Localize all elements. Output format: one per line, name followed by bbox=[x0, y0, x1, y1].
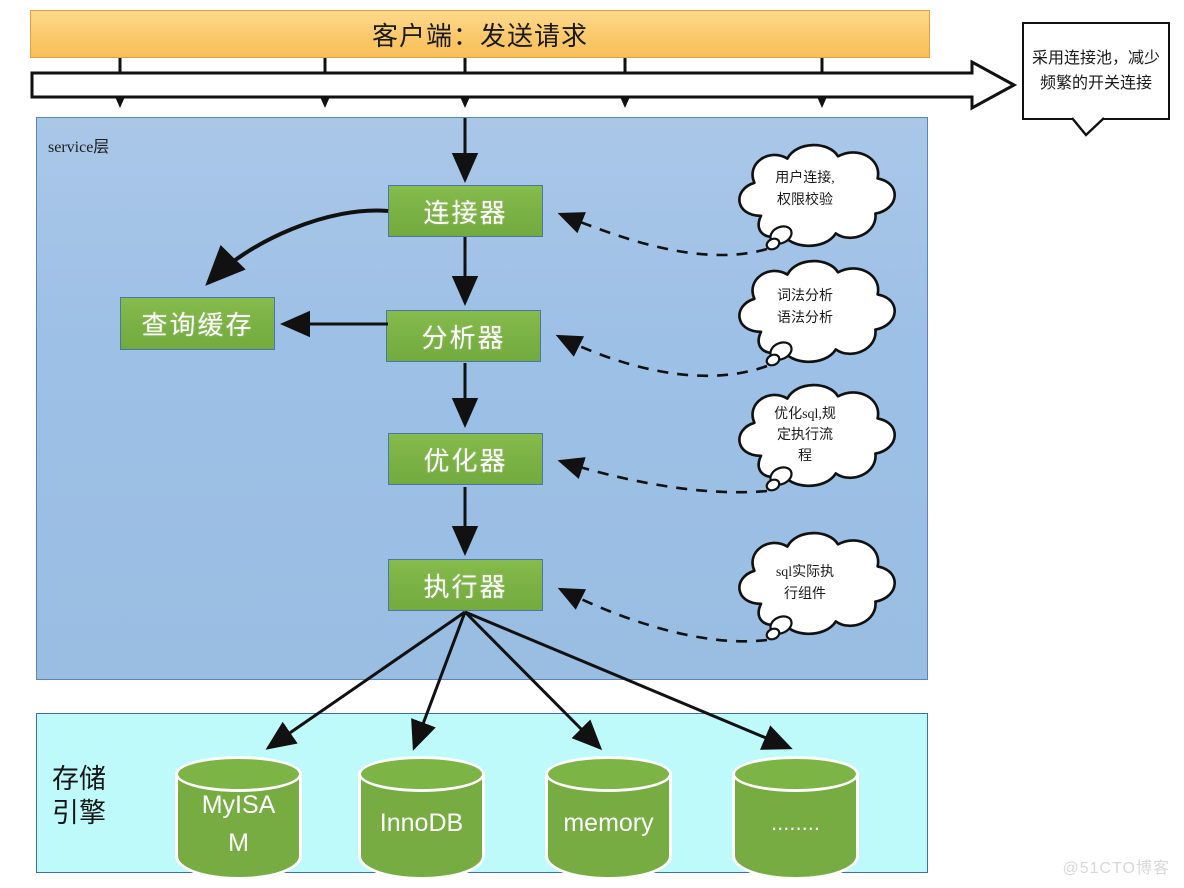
storage-engine-memory-label: memory bbox=[545, 804, 672, 842]
engine-line: memory bbox=[563, 809, 654, 837]
cloud-line: sql实际执 bbox=[775, 565, 835, 580]
storage-engine-others: ........ bbox=[732, 756, 859, 880]
storage-engine-label-line1: 存储 bbox=[52, 764, 106, 794]
storage-engine-myisam: MyISA M bbox=[175, 756, 302, 880]
cloud-line: 行组件 bbox=[784, 587, 826, 602]
engine-line: InnoDB bbox=[379, 809, 464, 837]
cylinder-top bbox=[545, 756, 672, 792]
process-box-analyzer: 分析器 bbox=[386, 310, 541, 362]
cloud-text-optimizer-note: 优化sql,规 定执行流 程 bbox=[742, 404, 868, 467]
process-box-query-cache: 查询缓存 bbox=[120, 297, 275, 350]
process-box-connector: 连接器 bbox=[388, 185, 543, 237]
process-label-query-cache: 查询缓存 bbox=[141, 311, 254, 340]
engine-line: M bbox=[228, 829, 249, 857]
process-box-executor: 执行器 bbox=[388, 559, 543, 611]
cloud-line: 用户连接, bbox=[775, 171, 835, 186]
diagram-canvas: 客户端：发送请求 service层 存储 引擎 连接器 查询缓存 分析器 优化器… bbox=[0, 0, 1184, 888]
storage-engine-innodb: InnoDB bbox=[358, 756, 485, 880]
watermark: @51CTO博客 bbox=[1062, 860, 1170, 877]
storage-engine-memory: memory bbox=[545, 756, 672, 880]
process-label-optimizer: 优化器 bbox=[423, 446, 508, 476]
engine-line: MyISA bbox=[201, 791, 276, 819]
service-layer-label: service层 bbox=[48, 139, 110, 156]
cylinder-top bbox=[732, 756, 859, 792]
client-request-label: 客户端：发送请求 bbox=[371, 21, 588, 51]
engine-line: ........ bbox=[771, 810, 820, 835]
cloud-line: 程 bbox=[798, 449, 812, 464]
storage-engine-myisam-label: MyISA M bbox=[175, 786, 302, 862]
cloud-line: 语法分析 bbox=[777, 311, 833, 326]
cloud-line: 权限校验 bbox=[777, 193, 833, 208]
cloud-line: 定执行流 bbox=[777, 428, 833, 443]
cloud-line: 优化sql,规 bbox=[774, 407, 836, 422]
process-label-executor: 执行器 bbox=[423, 572, 508, 602]
client-request-box: 客户端：发送请求 bbox=[30, 10, 930, 58]
cylinder-top bbox=[358, 756, 485, 792]
process-label-connector: 连接器 bbox=[423, 198, 508, 228]
storage-engine-label: 存储 引擎 bbox=[52, 762, 162, 830]
connection-pool-callout-text: 采用连接池，减少频繁的开关连接 bbox=[1031, 50, 1160, 92]
process-label-analyzer: 分析器 bbox=[421, 323, 506, 353]
connection-pool-callout: 采用连接池，减少频繁的开关连接 bbox=[1022, 22, 1170, 120]
cloud-text-analyzer-note: 词法分析 语法分析 bbox=[740, 286, 870, 330]
cloud-text-executor-note: sql实际执 行组件 bbox=[740, 562, 870, 606]
storage-engine-innodb-label: InnoDB bbox=[358, 804, 485, 842]
callout-tail bbox=[1071, 117, 1105, 137]
storage-engine-label-line2: 引擎 bbox=[52, 798, 106, 828]
cloud-text-connector-note: 用户连接, 权限校验 bbox=[740, 168, 870, 212]
connection-pool-block-arrow bbox=[30, 59, 1018, 111]
process-box-optimizer: 优化器 bbox=[388, 433, 543, 485]
cloud-line: 词法分析 bbox=[777, 289, 833, 304]
storage-engine-others-label: ........ bbox=[732, 804, 859, 842]
